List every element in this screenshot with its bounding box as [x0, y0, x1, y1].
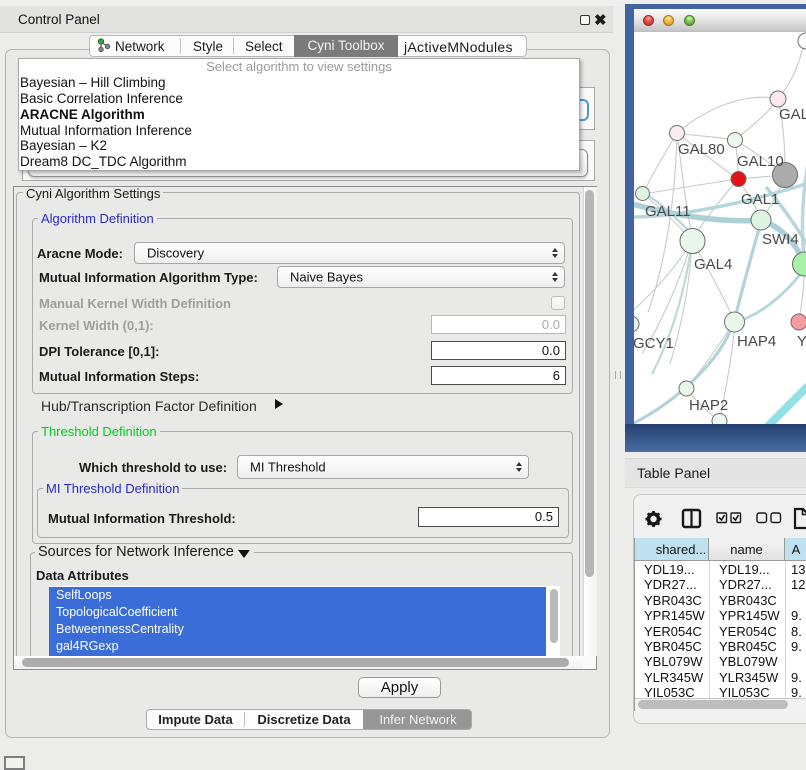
svg-text:GCY1: GCY1: [634, 335, 674, 352]
svg-text:GAL1: GAL1: [741, 191, 779, 208]
svg-text:GAL4: GAL4: [694, 256, 732, 273]
svg-text:GAL2: GAL2: [779, 106, 806, 123]
svg-text:GAL10: GAL10: [737, 153, 784, 170]
svg-text:YI: YI: [797, 333, 806, 350]
svg-text:GAL80: GAL80: [678, 141, 725, 158]
svg-text:HAP4: HAP4: [737, 333, 776, 350]
svg-text:HAP2: HAP2: [689, 397, 728, 414]
svg-text:GAL11: GAL11: [645, 203, 691, 220]
svg-text:SWI4: SWI4: [762, 231, 799, 248]
